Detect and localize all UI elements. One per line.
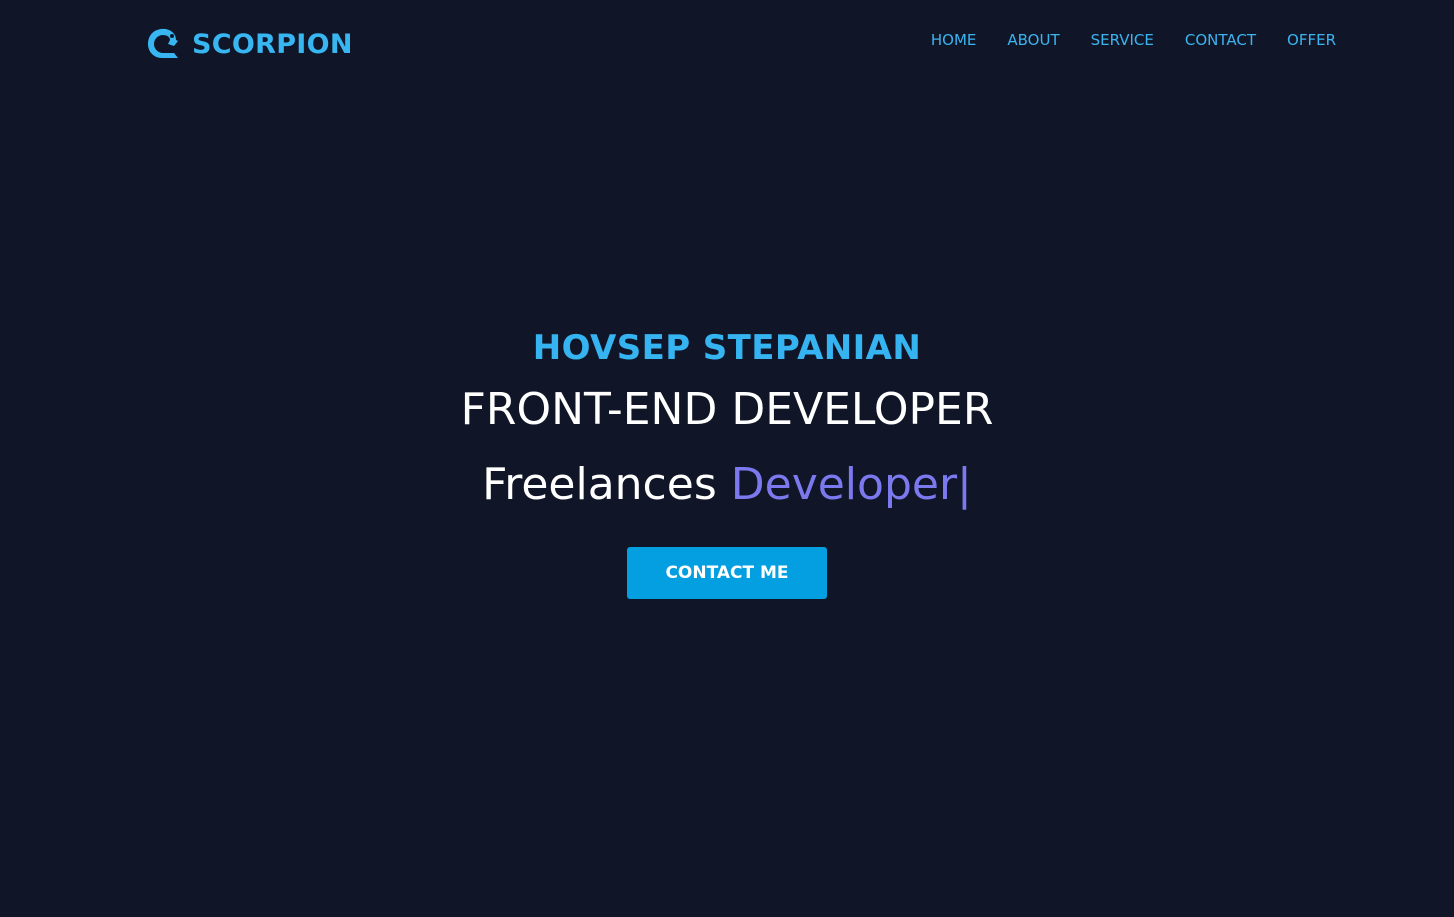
hero-section: HOVSEP STEPANIAN FRONT-END DEVELOPER Fre… [0,326,1454,599]
nav-item-offer[interactable]: OFFER [1287,29,1336,51]
nav-item-about[interactable]: ABOUT [1007,29,1059,51]
page: SCORPION HOME ABOUT SERVICE CONTACT OFFE… [0,0,1454,917]
nav-item-service[interactable]: SERVICE [1091,29,1154,51]
scorpion-tail-icon [146,26,182,62]
hero-role: FRONT-END DEVELOPER [460,384,994,435]
typed-prefix: Freelances [482,459,717,510]
hero-name: HOVSEP STEPANIAN [532,328,922,368]
hero-typed-line: Freelances Developer| [0,459,1454,511]
typed-word: Developer [730,459,958,510]
main-nav: HOME ABOUT SERVICE CONTACT OFFER [931,29,1336,51]
nav-item-contact[interactable]: CONTACT [1185,29,1256,51]
logo-link[interactable]: SCORPION [146,24,353,64]
nav-item-home[interactable]: HOME [931,29,977,51]
logo-text: SCORPION [192,28,353,60]
typed-cursor: | [957,459,972,510]
contact-me-button[interactable]: CONTACT ME [627,547,827,599]
